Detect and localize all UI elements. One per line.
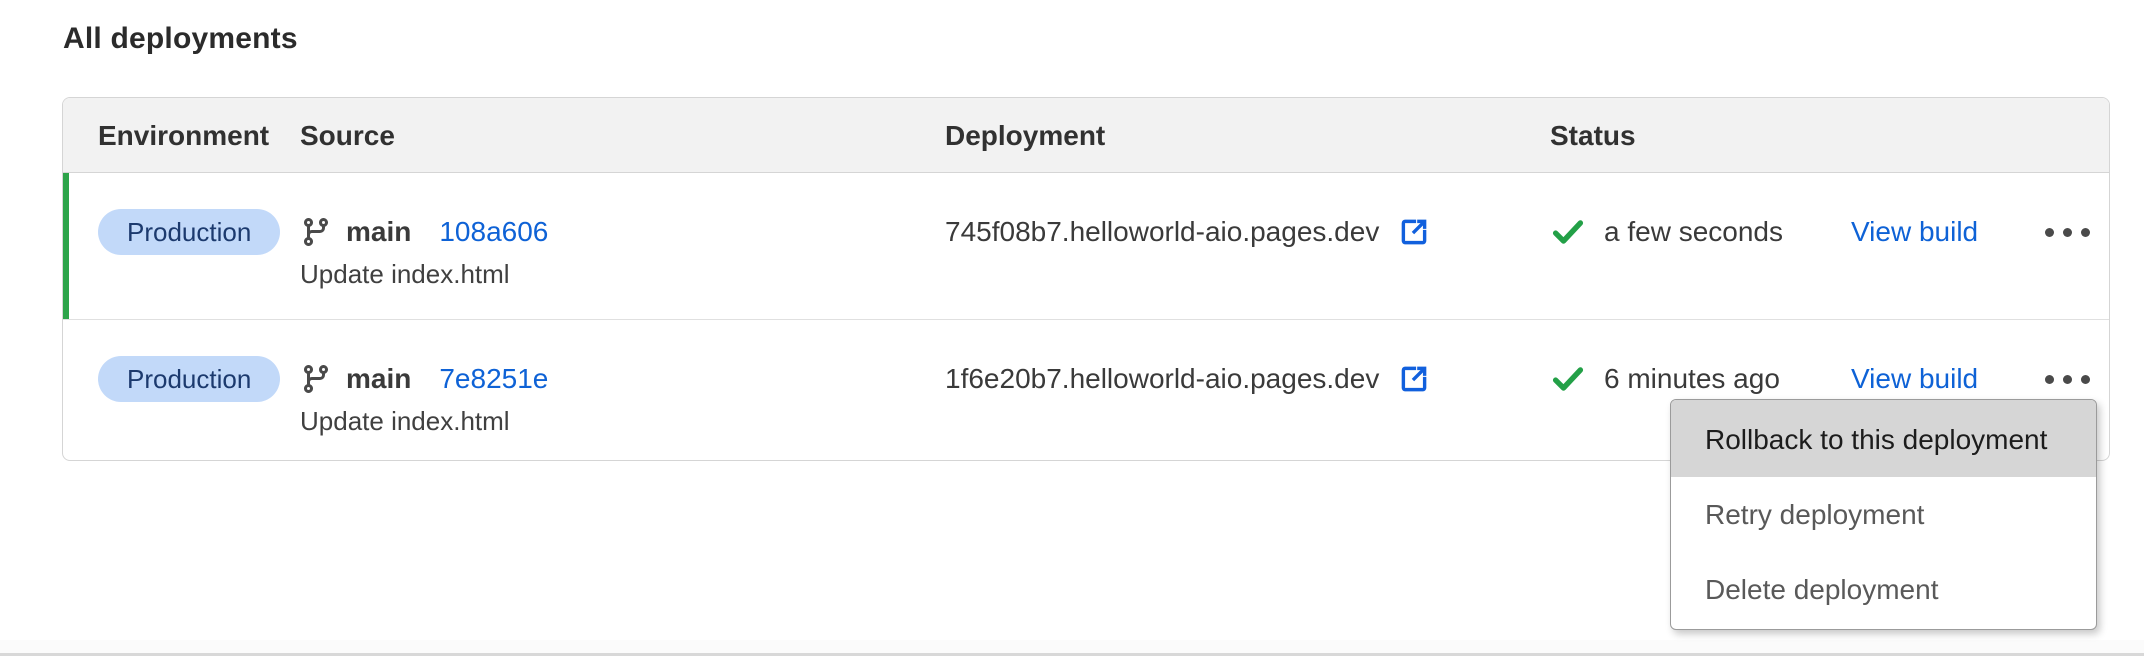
deployment-cell: 745f08b7.helloworld-aio.pages.dev <box>945 209 1431 255</box>
environment-cell: Production <box>98 209 280 255</box>
view-build-cell: View build <box>1851 356 1978 402</box>
commit-message: Update index.html <box>300 257 510 291</box>
check-icon <box>1550 361 1586 397</box>
row-menu-cell <box>2041 209 2094 255</box>
external-link-icon[interactable] <box>1397 215 1431 249</box>
external-link-icon[interactable] <box>1397 362 1431 396</box>
branch-name: main <box>346 363 411 395</box>
footer-divider <box>0 653 2144 656</box>
current-deployment-indicator <box>63 173 69 319</box>
ellipsis-menu-button[interactable] <box>2041 218 2094 247</box>
branch-name: main <box>346 216 411 248</box>
context-menu: Rollback to this deployment Retry deploy… <box>1670 399 2097 630</box>
status-time: a few seconds <box>1604 216 1783 248</box>
environment-cell: Production <box>98 356 280 402</box>
menu-item-retry[interactable]: Retry deployment <box>1671 477 2096 552</box>
environment-badge: Production <box>98 356 280 402</box>
column-header-source: Source <box>300 98 395 173</box>
check-icon <box>1550 214 1586 250</box>
ellipsis-menu-button[interactable] <box>2041 365 2094 394</box>
commit-message: Update index.html <box>300 404 510 438</box>
environment-badge: Production <box>98 209 280 255</box>
view-build-cell: View build <box>1851 209 1978 255</box>
deployment-row-current: Production main 108a606 Update index.htm… <box>63 173 2109 319</box>
commit-link[interactable]: 7e8251e <box>439 363 548 395</box>
commit-link[interactable]: 108a606 <box>439 216 548 248</box>
column-header-status: Status <box>1550 98 1636 173</box>
status-cell: a few seconds <box>1550 209 1783 255</box>
git-branch-icon <box>300 216 332 248</box>
column-header-deployment: Deployment <box>945 98 1105 173</box>
deployment-cell: 1f6e20b7.helloworld-aio.pages.dev <box>945 356 1431 402</box>
footer-band <box>0 640 2144 653</box>
column-header-environment: Environment <box>98 98 269 173</box>
menu-item-rollback[interactable]: Rollback to this deployment <box>1671 400 2096 477</box>
deployment-url: 1f6e20b7.helloworld-aio.pages.dev <box>945 363 1379 395</box>
source-cell: main 108a606 Update index.html <box>300 209 548 291</box>
view-build-link[interactable]: View build <box>1851 216 1978 248</box>
status-time: 6 minutes ago <box>1604 363 1780 395</box>
status-cell: 6 minutes ago <box>1550 356 1780 402</box>
git-branch-icon <box>300 363 332 395</box>
menu-item-delete[interactable]: Delete deployment <box>1671 552 2096 627</box>
page-title: All deployments <box>63 22 298 56</box>
source-cell: main 7e8251e Update index.html <box>300 356 548 438</box>
deployment-url: 745f08b7.helloworld-aio.pages.dev <box>945 216 1379 248</box>
table-header: Environment Source Deployment Status <box>63 98 2109 173</box>
view-build-link[interactable]: View build <box>1851 363 1978 395</box>
row-menu-cell <box>2041 356 2094 402</box>
